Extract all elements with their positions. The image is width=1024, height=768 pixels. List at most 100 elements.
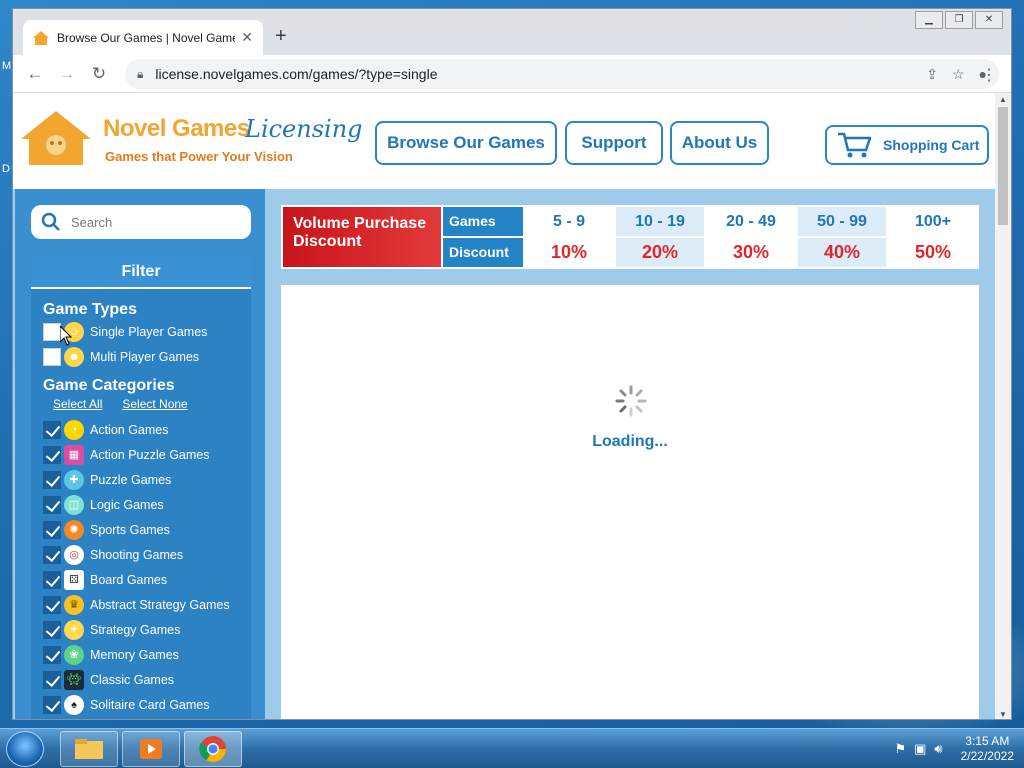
filter-title: Filter	[31, 255, 251, 289]
address-bar[interactable]: 🔒︎ license.novelgames.com/games/?type=si…	[125, 59, 999, 89]
tier-range: 100+	[914, 213, 952, 230]
dice-icon: ⚄	[64, 569, 84, 590]
house-logo-icon	[21, 111, 91, 165]
discount-title-line1: Volume Purchase	[293, 215, 427, 232]
checkbox[interactable]	[43, 595, 61, 614]
browser-window: Browse Our Games | Novel Game ✕ + ▁ ❐ ✕ …	[12, 8, 1012, 720]
search-placeholder: Search	[71, 214, 113, 230]
category-puzzle[interactable]: ✚ Puzzle Games	[43, 467, 251, 492]
select-none-link[interactable]: Select None	[122, 397, 187, 411]
category-action-puzzle[interactable]: ▦ Action Puzzle Games	[43, 442, 251, 467]
minimize-button[interactable]: ▁	[915, 11, 943, 29]
category-strategy[interactable]: ✦ Strategy Games	[43, 617, 251, 642]
about-us-button[interactable]: About Us	[670, 121, 769, 165]
cart-label: Shopping Cart	[883, 137, 980, 153]
category-abstract-strategy[interactable]: ♛ Abstract Strategy Games	[43, 592, 251, 617]
network-icon[interactable]: ▣	[914, 741, 926, 757]
close-window-button[interactable]: ✕	[975, 11, 1003, 29]
search-icon	[41, 212, 60, 231]
option-label: Classic Games	[90, 672, 175, 687]
category-shooting[interactable]: ◎ Shooting Games	[43, 542, 251, 567]
page-scrollbar[interactable]: ▲ ▼	[995, 93, 1011, 719]
category-logic[interactable]: ◫ Logic Games	[43, 492, 251, 517]
checkbox[interactable]	[43, 670, 61, 689]
games-row-label: Games	[443, 207, 523, 236]
tab-strip: Browse Our Games | Novel Game ✕ + ▁ ❐ ✕	[13, 9, 1011, 55]
mouse-cursor-icon	[60, 326, 72, 346]
site-logo[interactable]: Novel Games Licensing Games that Power Y…	[19, 107, 363, 169]
browser-menu-icon[interactable]: ⋮	[981, 65, 997, 85]
option-label: Sports Games	[90, 522, 170, 537]
checkbox[interactable]	[43, 695, 61, 714]
bookmark-star-icon[interactable]: ☆	[952, 66, 965, 83]
option-label: Memory Games	[90, 647, 179, 662]
taskbar-explorer-icon[interactable]	[60, 731, 118, 767]
game-type-option-multi[interactable]: ☻ Multi Player Games	[43, 344, 251, 369]
checkbox[interactable]	[43, 520, 61, 539]
option-label: Single Player Games	[90, 324, 208, 339]
option-label: Abstract Strategy Games	[90, 597, 230, 612]
new-tab-button[interactable]: +	[275, 25, 287, 48]
taskbar-chrome-icon[interactable]	[184, 731, 242, 767]
clock[interactable]: 3:15 AM 2/22/2022	[961, 734, 1014, 764]
games-list-panel: Loading...	[281, 285, 979, 719]
checkbox[interactable]	[43, 420, 61, 439]
content-area: Search Filter Game Types ☺ Single Player…	[13, 189, 997, 719]
checkbox[interactable]	[43, 545, 61, 564]
option-label: Shooting Games	[90, 547, 184, 562]
house-favicon-icon	[33, 30, 49, 45]
checkbox[interactable]	[43, 570, 61, 589]
category-board[interactable]: ⚄ Board Games	[43, 567, 251, 592]
restore-button[interactable]: ❐	[945, 11, 973, 29]
taskbar-media-player-icon[interactable]	[122, 731, 180, 767]
scroll-down-icon[interactable]: ▼	[995, 710, 1011, 719]
cube-icon: ◫	[64, 494, 84, 515]
category-sports[interactable]: ✺ Sports Games	[43, 517, 251, 542]
desktop-icon-label[interactable]: D	[2, 163, 10, 175]
url-text[interactable]: license.novelgames.com/games/?type=singl…	[155, 66, 912, 82]
checkbox[interactable]	[43, 620, 61, 639]
browser-tab[interactable]: Browse Our Games | Novel Game ✕	[23, 20, 263, 55]
option-label: Multi Player Games	[90, 349, 200, 364]
tier-range: 50 - 99	[798, 207, 886, 236]
forward-arrow-icon[interactable]: →	[51, 64, 83, 84]
category-classic[interactable]: 👾︎ Classic Games	[43, 667, 251, 692]
tier-discount: 50%	[914, 242, 952, 262]
game-types-title: Game Types	[43, 301, 137, 318]
start-button[interactable]	[6, 731, 44, 767]
tab-close-icon[interactable]: ✕	[241, 29, 253, 46]
scroll-thumb[interactable]	[998, 107, 1008, 225]
browse-games-button[interactable]: Browse Our Games	[375, 121, 557, 165]
puzzle-icon: ✚	[64, 469, 84, 490]
checkbox[interactable]	[43, 495, 61, 514]
select-all-link[interactable]: Select All	[53, 397, 102, 411]
checkbox[interactable]	[43, 322, 61, 341]
page-viewport: Novel Games Licensing Games that Power Y…	[13, 93, 997, 719]
checkbox[interactable]	[43, 470, 61, 489]
scroll-up-icon[interactable]: ▲	[995, 95, 1011, 104]
tier-discount: 10%	[550, 242, 588, 262]
share-icon[interactable]: ⇪	[926, 66, 938, 83]
desktop-icon-label[interactable]: M	[2, 60, 11, 72]
category-memory[interactable]: ❀ Memory Games	[43, 642, 251, 667]
brand-name: Novel Games	[103, 115, 250, 142]
reload-icon[interactable]: ↻	[83, 64, 115, 84]
back-arrow-icon[interactable]: ←	[19, 64, 51, 84]
volume-icon[interactable]: 🔊︎	[934, 741, 942, 757]
taskbar: ⚑ ▣ 🔊︎ 3:15 AM 2/22/2022	[0, 728, 1024, 768]
category-solitaire[interactable]: ♠ Solitaire Card Games	[43, 692, 251, 717]
cart-icon	[838, 132, 871, 158]
category-action[interactable]: ◔ Action Games	[43, 417, 251, 442]
checkbox[interactable]	[43, 445, 61, 464]
game-categories-title: Game Categories	[43, 377, 175, 394]
invader-icon: 👾︎	[64, 669, 84, 690]
action-center-flag-icon[interactable]: ⚑	[894, 741, 906, 757]
checkbox[interactable]	[43, 347, 61, 366]
lock-icon[interactable]: 🔒︎	[137, 67, 143, 82]
checkbox[interactable]	[43, 645, 61, 664]
search-input[interactable]: Search	[31, 205, 251, 239]
support-button[interactable]: Support	[565, 121, 663, 165]
clock-date: 2/22/2022	[960, 749, 1014, 763]
shopping-cart-button[interactable]: Shopping Cart	[825, 125, 989, 165]
game-type-option-single[interactable]: ☺ Single Player Games	[43, 319, 251, 344]
